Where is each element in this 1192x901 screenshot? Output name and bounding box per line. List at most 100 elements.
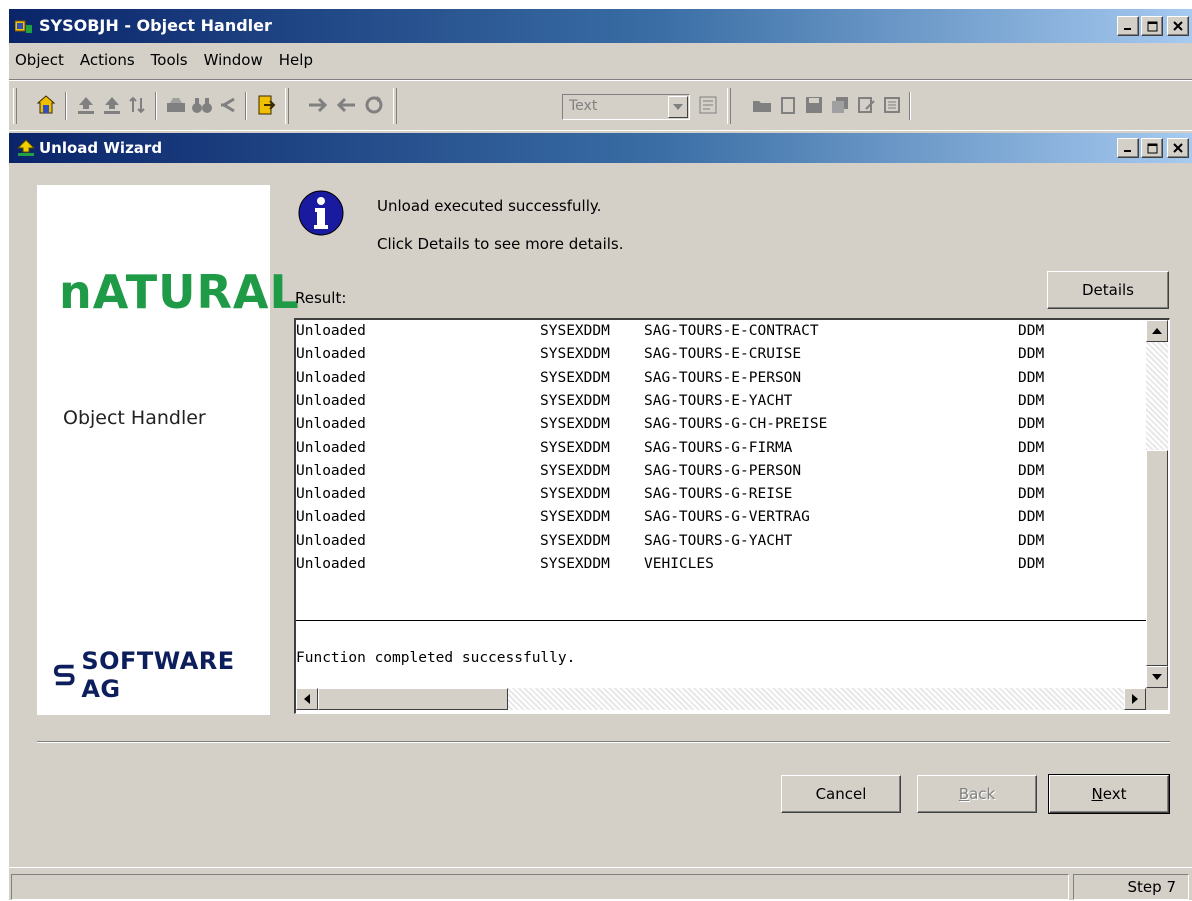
unload-icon[interactable] xyxy=(73,92,99,118)
details-button[interactable]: Details xyxy=(1047,271,1169,309)
result-row[interactable]: Unloaded SYSEXDDM SAG-TOURS-E-CRUISE DDM xyxy=(296,346,1146,369)
back-button-label: Back xyxy=(959,785,995,803)
wizard-title: Unload Wizard xyxy=(39,139,163,157)
result-row[interactable]: Unloaded SYSEXDDM SAG-TOURS-E-PERSON DDM xyxy=(296,370,1146,393)
vertical-scrollbar[interactable] xyxy=(1146,320,1168,688)
scroll-left-button[interactable] xyxy=(296,688,318,710)
back-button[interactable]: Back xyxy=(917,775,1037,813)
window-title: SYSOBJH - Object Handler xyxy=(39,16,272,35)
result-row[interactable]: Unloaded SYSEXDDM SAG-TOURS-E-CONTRACT DDM xyxy=(296,323,1146,346)
object-handler-icon xyxy=(15,20,32,33)
result-object: SAG-TOURS-E-CRUISE xyxy=(644,346,802,363)
minimize-button[interactable] xyxy=(1117,16,1139,36)
result-footer: Function completed successfully. xyxy=(296,650,576,666)
result-status: Unloaded xyxy=(296,532,366,549)
new-document-icon[interactable] xyxy=(775,92,801,118)
result-library: SYSEXDDM xyxy=(540,556,610,572)
next-label-rest: ext xyxy=(1102,785,1127,803)
vertical-scroll-thumb[interactable] xyxy=(1146,450,1168,666)
menu-tools[interactable]: Tools xyxy=(143,51,196,69)
text-options-icon[interactable] xyxy=(695,92,721,118)
result-status: Unloaded xyxy=(296,392,366,409)
result-library: SYSEXDDM xyxy=(540,532,610,549)
edit-icon[interactable] xyxy=(853,92,879,118)
result-object: SAG-TOURS-E-PERSON xyxy=(644,369,802,386)
left-arrow-icon[interactable] xyxy=(333,92,359,118)
software-ag-mark-icon xyxy=(53,664,75,686)
result-library: SYSEXDDM xyxy=(540,392,610,409)
status-bar: Step 7 xyxy=(9,867,1192,901)
title-bar[interactable]: SYSOBJH - Object Handler xyxy=(9,9,1192,43)
menu-actions[interactable]: Actions xyxy=(72,51,143,69)
menu-window[interactable]: Window xyxy=(196,51,271,69)
open-folder-icon[interactable] xyxy=(749,92,775,118)
result-row[interactable]: Unloaded SYSEXDDM SAG-TOURS-G-VERTRAG DDM xyxy=(296,509,1146,532)
toolbar-grip[interactable] xyxy=(727,88,731,124)
next-button[interactable]: Next xyxy=(1048,774,1170,814)
wizard-maximize-button[interactable] xyxy=(1141,138,1163,158)
result-library: SYSEXDDM xyxy=(540,416,610,433)
cancel-button-label: Cancel xyxy=(815,785,867,803)
combo-dropdown-button[interactable] xyxy=(668,96,688,118)
scroll-up-button[interactable] xyxy=(1146,320,1168,342)
list-icon[interactable] xyxy=(879,92,905,118)
result-status: Unloaded xyxy=(296,416,366,433)
menu-help[interactable]: Help xyxy=(271,51,321,69)
scan-icon[interactable] xyxy=(163,92,189,118)
right-arrow-icon[interactable] xyxy=(305,92,331,118)
text-combo-value: Text xyxy=(569,98,598,114)
load-icon[interactable] xyxy=(99,92,125,118)
result-type: DDM xyxy=(1018,369,1045,386)
result-row[interactable]: Unloaded SYSEXDDM SAG-TOURS-G-YACHT DDM xyxy=(296,533,1146,556)
close-button[interactable] xyxy=(1167,16,1189,36)
result-row[interactable]: Unloaded SYSEXDDM SAG-TOURS-E-YACHT DDM xyxy=(296,393,1146,416)
toolbar-grip[interactable] xyxy=(285,88,289,124)
wizard-minimize-button[interactable] xyxy=(1117,138,1139,158)
result-row[interactable]: Unloaded SYSEXDDM SAG-TOURS-G-PERSON DDM xyxy=(296,463,1146,486)
cancel-button[interactable]: Cancel xyxy=(781,775,901,813)
result-row[interactable]: Unloaded SYSEXDDM SAG-TOURS-G-FIRMA DDM xyxy=(296,440,1146,463)
result-row[interactable]: Unloaded SYSEXDDM VEHICLES DDM xyxy=(296,556,1146,579)
refresh-icon[interactable] xyxy=(361,92,387,118)
result-row[interactable]: Unloaded SYSEXDDM SAG-TOURS-G-CH-PREISE DDM xyxy=(296,416,1146,439)
result-status: Unloaded xyxy=(296,439,366,456)
result-object: SAG-TOURS-G-PERSON xyxy=(644,462,802,479)
status-message: Unload executed successfully. xyxy=(377,197,602,215)
arrow-down-icon xyxy=(1152,674,1162,680)
result-type: DDM xyxy=(1018,439,1045,456)
scroll-right-button[interactable] xyxy=(1124,688,1146,710)
sort-icon[interactable] xyxy=(125,92,151,118)
result-list[interactable]: Unloaded SYSEXDDM SAG-TOURS-E-CONTRACT DDM U… xyxy=(294,318,1170,714)
result-content: Unloaded SYSEXDDM SAG-TOURS-E-CONTRACT DDM U… xyxy=(296,320,1146,688)
maximize-button[interactable] xyxy=(1141,16,1163,36)
horizontal-scrollbar[interactable] xyxy=(296,688,1146,710)
toolbar-grip[interactable] xyxy=(13,88,17,124)
scrollbar-corner xyxy=(1146,688,1168,710)
back-arrow-icon[interactable] xyxy=(215,92,241,118)
wizard-close-button[interactable] xyxy=(1167,138,1189,158)
result-label: Result: xyxy=(295,289,347,307)
next-accesskey: N xyxy=(1091,785,1103,803)
exit-icon[interactable] xyxy=(253,92,279,118)
next-button-label: Next xyxy=(1092,785,1127,803)
scroll-down-button[interactable] xyxy=(1146,666,1168,688)
binoculars-icon[interactable] xyxy=(189,92,215,118)
save-icon[interactable] xyxy=(801,92,827,118)
minimize-icon xyxy=(1124,150,1131,152)
horizontal-scroll-thumb[interactable] xyxy=(318,688,508,710)
copy-icon[interactable] xyxy=(827,92,853,118)
wizard-title-bar[interactable]: Unload Wizard xyxy=(9,133,1192,163)
result-row[interactable]: Unloaded SYSEXDDM SAG-TOURS-G-REISE DDM xyxy=(296,486,1146,509)
result-status: Unloaded xyxy=(296,486,366,503)
result-type: DDM xyxy=(1018,532,1045,549)
result-object: SAG-TOURS-G-REISE xyxy=(644,486,793,503)
home-icon[interactable] xyxy=(33,92,59,118)
result-status: Unloaded xyxy=(296,462,366,479)
software-ag-logo: SOFTWARE AG xyxy=(53,647,270,703)
toolbar-grip[interactable] xyxy=(393,88,397,124)
menu-object[interactable]: Object xyxy=(9,51,72,69)
result-status: Unloaded xyxy=(296,323,366,339)
text-combo[interactable]: Text xyxy=(562,94,690,120)
back-accesskey: B xyxy=(958,785,970,803)
minimize-icon xyxy=(1124,28,1131,30)
